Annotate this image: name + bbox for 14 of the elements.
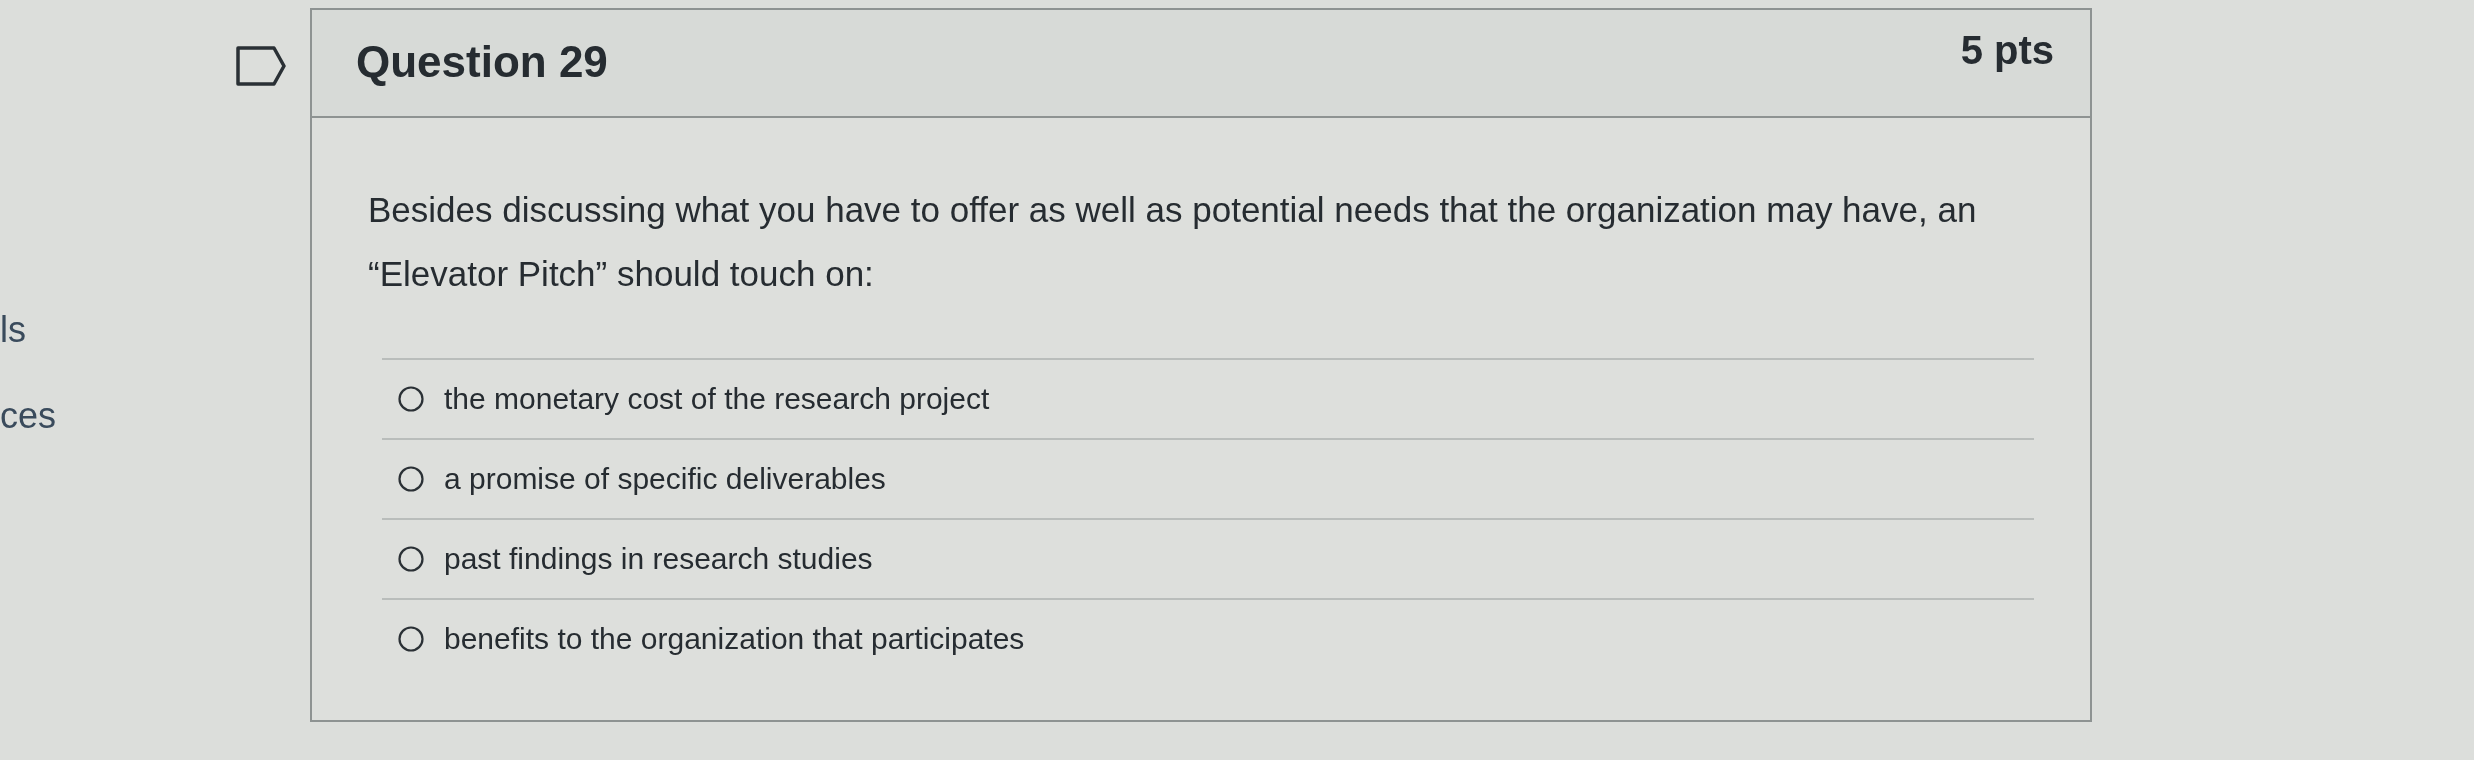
answer-option[interactable]: benefits to the organization that participates <box>444 620 1025 658</box>
question-text: Besides discussing what you have to offer as well as potential needs that the organization may have, an “Elevator Pitch” should touch on: <box>368 189 1978 295</box>
radio-button[interactable] <box>398 546 424 572</box>
radio-button[interactable] <box>398 466 424 492</box>
answer-option[interactable]: the monetary cost of the research project <box>444 380 990 418</box>
flag-icon[interactable] <box>236 46 286 86</box>
points-label: 5 pts <box>1960 27 2054 74</box>
radio-button[interactable] <box>398 626 424 652</box>
radio-button[interactable] <box>398 386 424 412</box>
question-title: Question 29 <box>356 36 608 88</box>
sidebar-link[interactable]: ces <box>0 396 57 436</box>
sidebar-link[interactable]: ls <box>0 310 26 350</box>
answer-option[interactable]: past findings in research studies <box>444 540 873 578</box>
answer-option[interactable]: a promise of specific deliverables <box>444 460 886 498</box>
